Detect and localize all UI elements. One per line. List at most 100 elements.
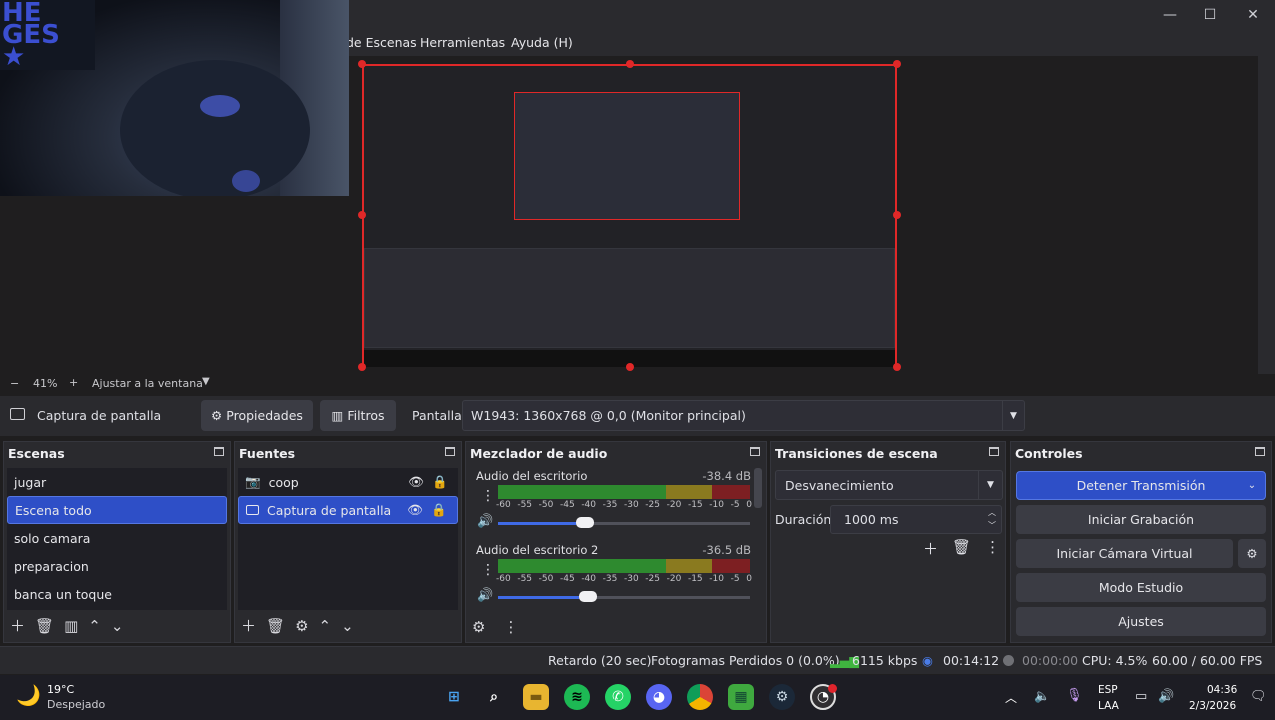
clock-date[interactable]: 2/3/2026	[1189, 700, 1236, 712]
search-icon[interactable]: ⌕	[481, 684, 507, 710]
fit-window-label[interactable]: Ajustar a la ventana	[92, 377, 203, 390]
folder-icon[interactable]: ▬	[523, 684, 549, 710]
menu-herramientas[interactable]: Herramientas	[420, 35, 505, 50]
language-secondary[interactable]: LAA	[1098, 700, 1119, 712]
lock-icon[interactable]: 🔒	[432, 474, 448, 490]
preview-scrollbar[interactable]	[1258, 56, 1275, 374]
start-virtual-camera-button[interactable]: Iniciar Cámara Virtual	[1016, 539, 1233, 568]
chevron-up-icon[interactable]: ︿	[1005, 689, 1017, 706]
notification-icon[interactable]: 🗨	[1250, 689, 1267, 704]
mixer-dock: Mezclador de audio Audio del escritorio …	[465, 441, 767, 643]
zoom-out-button[interactable]: −	[10, 377, 19, 390]
scene-item[interactable]: banca un toque	[7, 580, 227, 608]
maximize-button[interactable]: ☐	[1188, 0, 1232, 30]
nested-docks	[364, 248, 895, 348]
resize-handle[interactable]	[358, 211, 366, 219]
screen-capture-preview[interactable]	[362, 64, 897, 367]
up-arrow-icon[interactable]: ⌃	[88, 617, 101, 635]
volume-slider[interactable]	[498, 517, 750, 528]
stop-stream-button[interactable]: Detener Transmisión ⌄	[1016, 471, 1266, 500]
chrome-icon[interactable]	[687, 684, 713, 710]
lock-icon[interactable]: 🔒	[431, 502, 447, 518]
add-icon[interactable]: ＋	[923, 538, 938, 559]
filter-icon[interactable]: ▥	[64, 617, 78, 635]
gear-icon[interactable]: ⚙	[472, 618, 485, 636]
popout-icon[interactable]	[750, 447, 760, 456]
studio-mode-button[interactable]: Modo Estudio	[1016, 573, 1266, 602]
speaker-icon[interactable]: 🔊	[477, 514, 493, 529]
scene-item[interactable]: jugar	[7, 468, 227, 496]
volume-knob[interactable]	[576, 517, 595, 528]
up-arrow-icon[interactable]: ⌃	[319, 617, 332, 635]
popout-icon[interactable]	[989, 447, 999, 456]
steam-icon[interactable]: ⚙	[769, 684, 795, 710]
start-recording-button[interactable]: Iniciar Grabación	[1016, 505, 1266, 534]
volume-slider[interactable]	[498, 591, 750, 602]
scene-item[interactable]: preparacion	[7, 552, 227, 580]
language-primary[interactable]: ESP	[1098, 684, 1118, 696]
pantalla-label: Pantalla	[412, 408, 462, 423]
transition-select[interactable]: Desvanecimiento ▼	[775, 470, 1003, 500]
scenes-title: Escenas	[8, 445, 65, 461]
eye-icon[interactable]: 👁	[407, 502, 423, 518]
scene-item[interactable]: solo camara	[7, 524, 227, 552]
source-item[interactable]: Captura de pantalla 👁 🔒	[238, 496, 458, 524]
resize-handle[interactable]	[358, 60, 366, 68]
properties-button[interactable]: ⚙ Propiedades	[201, 400, 313, 431]
resize-handle[interactable]	[893, 211, 901, 219]
volume-icon[interactable]: 🔊	[1158, 689, 1174, 704]
speaker-icon[interactable]: 🔊	[477, 588, 493, 603]
moon-weather-icon[interactable]: 🌙	[16, 683, 41, 707]
down-arrow-icon[interactable]: ⌄	[341, 617, 354, 635]
add-icon[interactable]: ＋	[241, 615, 256, 636]
resize-handle[interactable]	[893, 60, 901, 68]
weather-temp[interactable]: 19°C	[47, 683, 74, 696]
whatsapp-icon[interactable]: ✆	[605, 684, 631, 710]
scene-item[interactable]: Escena todo	[7, 496, 227, 524]
weather-desc[interactable]: Despejado	[47, 698, 105, 711]
kebab-icon[interactable]: ⋮	[985, 538, 1000, 559]
menu-ayuda[interactable]: Ayuda (H)	[511, 35, 573, 50]
mixer-scrollbar[interactable]	[754, 468, 762, 508]
trash-icon[interactable]: 🗑	[952, 538, 971, 559]
trash-icon[interactable]: 🗑	[35, 617, 54, 635]
windows-start-icon[interactable]: ⊞	[441, 684, 467, 710]
close-button[interactable]: ✕	[1231, 0, 1275, 30]
popout-icon[interactable]	[214, 447, 224, 456]
kebab-icon[interactable]: ⋮	[481, 562, 495, 578]
source-item[interactable]: 📷 coop 👁 🔒	[238, 468, 458, 496]
kebab-icon[interactable]: ⋮	[481, 488, 495, 504]
volume-knob[interactable]	[578, 591, 597, 602]
network-icon[interactable]: ▭	[1135, 689, 1147, 704]
spotify-icon[interactable]: ≋	[564, 684, 590, 710]
zoom-in-button[interactable]: +	[69, 376, 78, 389]
resize-handle[interactable]	[358, 363, 366, 371]
settings-button[interactable]: Ajustes	[1016, 607, 1266, 636]
filters-button[interactable]: ▥ Filtros	[320, 400, 396, 431]
resize-handle[interactable]	[626, 363, 634, 371]
resize-handle[interactable]	[626, 60, 634, 68]
record-time: 00:00:00	[1022, 653, 1079, 668]
minecraft-icon[interactable]: ▦	[728, 684, 754, 710]
speaker-icon[interactable]: 🔈	[1034, 689, 1050, 704]
popout-icon[interactable]	[445, 447, 455, 456]
pantalla-select[interactable]: W1943: 1360x768 @ 0,0 (Monitor principal…	[462, 400, 1025, 431]
discord-icon[interactable]: ◕	[646, 684, 672, 710]
vcam-gear-icon[interactable]: ⚙	[1238, 539, 1266, 568]
clock-time[interactable]: 04:36	[1207, 684, 1237, 696]
down-arrow-icon[interactable]: ⌄	[111, 617, 124, 635]
zoom-dropdown-icon[interactable]: ▼	[202, 376, 210, 387]
menu-escenas[interactable]: de Escenas	[346, 35, 417, 50]
gear-icon[interactable]: ⚙	[295, 617, 308, 635]
chevron-down-icon[interactable]: ⌄	[1239, 472, 1265, 499]
spinbox-arrows-icon[interactable]: ︿ ﹀	[988, 506, 996, 532]
minimize-button[interactable]: —	[1148, 0, 1192, 30]
popout-icon[interactable]	[1255, 447, 1265, 456]
kebab-icon[interactable]: ⋮	[503, 618, 518, 636]
eye-icon[interactable]: 👁	[408, 474, 424, 490]
microphone-icon[interactable]: 🎙	[1066, 688, 1083, 703]
trash-icon[interactable]: 🗑	[266, 617, 285, 635]
duration-spinbox[interactable]: 1000 ms ︿ ﹀	[830, 505, 1002, 534]
resize-handle[interactable]	[893, 363, 901, 371]
add-icon[interactable]: ＋	[10, 615, 25, 636]
